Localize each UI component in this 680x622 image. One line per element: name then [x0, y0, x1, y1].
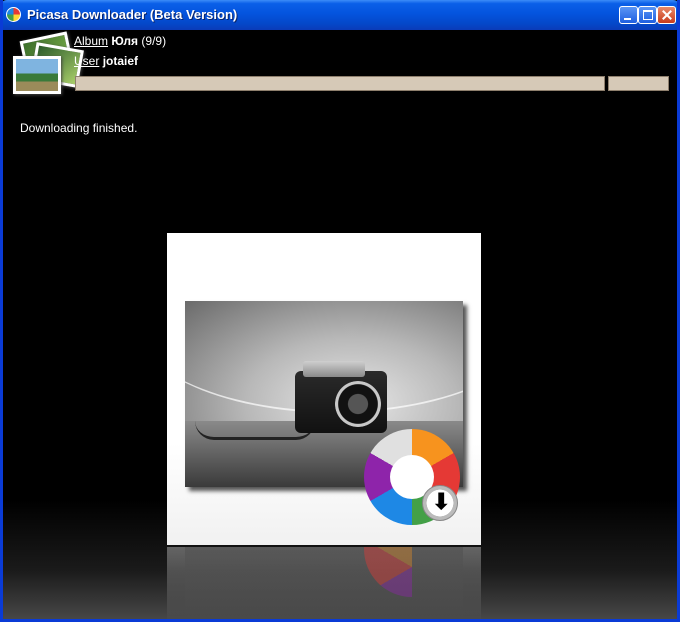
user-name: jotaief: [102, 54, 139, 68]
main-content: Album Юля (9/9) User jotaief Downloading…: [3, 30, 677, 619]
download-arrow-icon: ⬇: [422, 485, 458, 521]
picasa-app-icon[interactable]: [6, 7, 21, 22]
album-count: (9/9): [141, 34, 167, 48]
download-info: Album Юля (9/9) User jotaief: [74, 34, 166, 74]
user-link[interactable]: User: [74, 54, 99, 68]
maximize-button[interactable]: [638, 6, 657, 24]
app-window: Picasa Downloader (Beta Version) Album Ю…: [0, 0, 680, 622]
minimize-button[interactable]: [619, 6, 638, 24]
album-link[interactable]: Album: [74, 34, 108, 48]
file-progress-bar: [608, 76, 669, 91]
status-message: Downloading finished.: [20, 121, 138, 135]
album-progress-bar: [75, 76, 605, 91]
album-row: Album Юля (9/9): [74, 34, 166, 54]
picasa-downloader-logo: ⬇: [167, 233, 481, 545]
title-bar[interactable]: Picasa Downloader (Beta Version): [3, 0, 677, 30]
close-button[interactable]: [657, 6, 676, 24]
window-title: Picasa Downloader (Beta Version): [27, 7, 238, 22]
album-name: Юля: [111, 34, 139, 48]
user-row: User jotaief: [74, 54, 166, 74]
photos-stack-icon: [11, 30, 84, 94]
logo-reflection: [167, 547, 481, 619]
